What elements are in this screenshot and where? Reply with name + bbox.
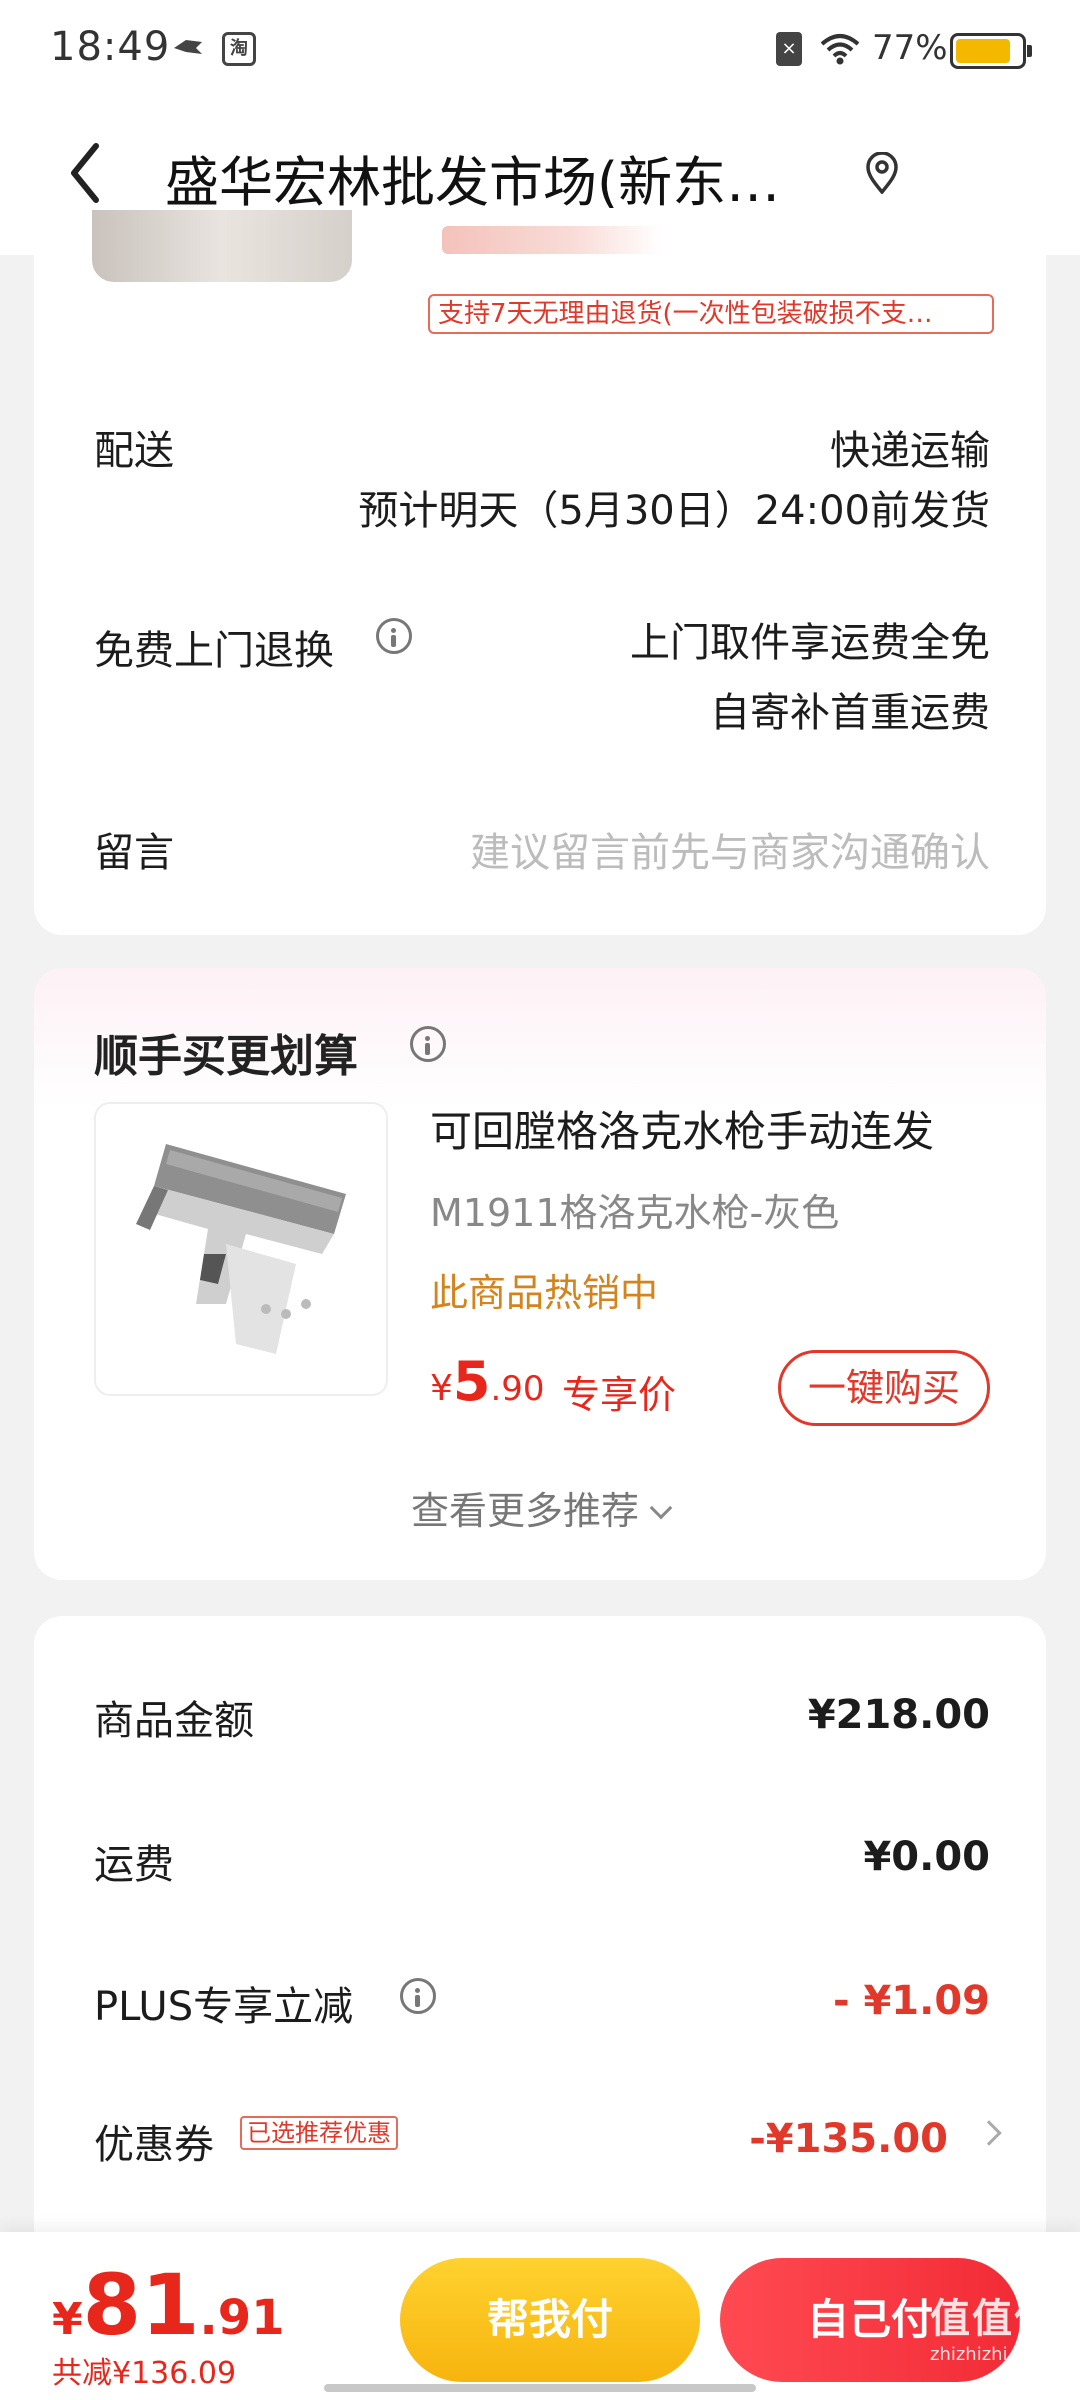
more-recommendations-label: 查看更多推荐 [410, 1489, 639, 1533]
return-policy-tag: 支持7天无理由退货(一次性包装破损不支… [428, 294, 994, 334]
back-icon[interactable] [62, 138, 112, 208]
info-icon[interactable] [410, 1026, 446, 1062]
order-details-card: 支持7天无理由退货(一次性包装破损不支… 配送 快递运输 预计明天（5月30日）… [34, 210, 1046, 935]
watermark-domain: zhizhizhi.com [930, 2344, 1052, 2365]
water-gun-image [96, 1104, 386, 1394]
home-indicator[interactable] [324, 2384, 756, 2392]
page-title: 盛华宏林批发市场(新东… [165, 151, 781, 214]
goods-amount-label: 商品金额 [94, 1698, 254, 1744]
price-integer: 5 [452, 1350, 491, 1413]
price-summary-card: 商品金额 ¥218.00 运费 ¥0.00 PLUS专享立减 - ¥1.09 优… [34, 1616, 1046, 2256]
exclusive-price-label: 专享价 [562, 1373, 677, 1417]
total-decimal: .91 [199, 2290, 285, 2346]
message-label: 留言 [94, 830, 174, 876]
upsell-product-name[interactable]: 可回膛格洛克水枪手动连发 [430, 1098, 934, 1159]
free-return-line2: 自寄补首重运费 [710, 690, 990, 736]
taobao-app-icon: 淘 [222, 32, 256, 66]
watermark: 值值值 zhizhizhi.com [930, 2286, 1070, 2386]
status-bar: 18:49 淘 × 77% [0, 0, 1080, 100]
upsell-product-price: ¥5.90 [430, 1350, 545, 1413]
info-icon[interactable] [376, 618, 412, 654]
chevron-down-icon [649, 1496, 673, 1520]
coupon-label: 优惠券 [94, 2122, 214, 2168]
coupon-badge: 已选推荐优惠 [240, 2116, 398, 2150]
free-return-line1: 上门取件享运费全免 [630, 620, 990, 666]
total-price: ¥81.91 [52, 2256, 285, 2354]
chevron-right-icon[interactable] [976, 2120, 1002, 2146]
info-icon[interactable] [400, 1978, 436, 2014]
total-integer: 81 [82, 2256, 200, 2354]
one-click-buy-button[interactable]: 一键购买 [778, 1350, 990, 1426]
location-icon[interactable] [864, 152, 900, 194]
checkout-bar: ¥81.91 共减¥136.09 帮我付 自己付 值值值 zhizhizhi.c… [0, 2232, 1080, 2400]
delivery-label: 配送 [94, 428, 174, 474]
total-saved: 共减¥136.09 [52, 2356, 237, 2391]
battery-percent: 77% [872, 28, 948, 68]
coupon-value[interactable]: -¥135.00 [749, 2116, 948, 2162]
currency-symbol: ¥ [430, 1368, 453, 1409]
hot-sale-label: 此商品热销中 [430, 1271, 659, 1315]
status-time: 18:49 [50, 24, 171, 70]
more-recommendations-link[interactable]: 查看更多推荐 [34, 1480, 1046, 1535]
battery-level-fill [956, 39, 1010, 63]
upsell-product-variant: M1911格洛克水枪-灰色 [430, 1191, 840, 1235]
goods-amount-value: ¥218.00 [807, 1692, 990, 1738]
help-pay-button[interactable]: 帮我付 [400, 2258, 700, 2382]
battery-icon [950, 33, 1032, 69]
upsell-title: 顺手买更划算 [94, 1031, 358, 1082]
plus-discount-value: - ¥1.09 [832, 1978, 990, 2024]
delivery-estimate: 预计明天（5月30日）24:00前发货 [358, 488, 990, 534]
item-price-partial [442, 226, 662, 254]
watermark-glyphs: 值值值 [930, 2296, 1056, 2342]
upsell-product-image[interactable] [94, 1102, 388, 1396]
delivery-method[interactable]: 快递运输 [830, 418, 990, 476]
shipping-label: 运费 [94, 1842, 174, 1888]
wifi-icon [820, 34, 860, 65]
currency-symbol: ¥ [52, 2294, 83, 2345]
notification-icon [174, 40, 202, 54]
message-input[interactable]: 建议留言前先与商家沟通确认 [470, 820, 990, 878]
price-decimal: .90 [490, 1369, 545, 1409]
upsell-card: 顺手买更划算 可回膛格洛克水枪手动连发 M1911格洛克水枪-灰色 此商品热销中… [34, 968, 1046, 1580]
product-thumbnail[interactable] [92, 210, 352, 282]
sim-icon: × [776, 32, 802, 66]
plus-discount-label: PLUS专享立减 [94, 1984, 354, 2030]
shipping-value: ¥0.00 [863, 1834, 990, 1880]
free-return-label: 免费上门退换 [94, 628, 334, 674]
